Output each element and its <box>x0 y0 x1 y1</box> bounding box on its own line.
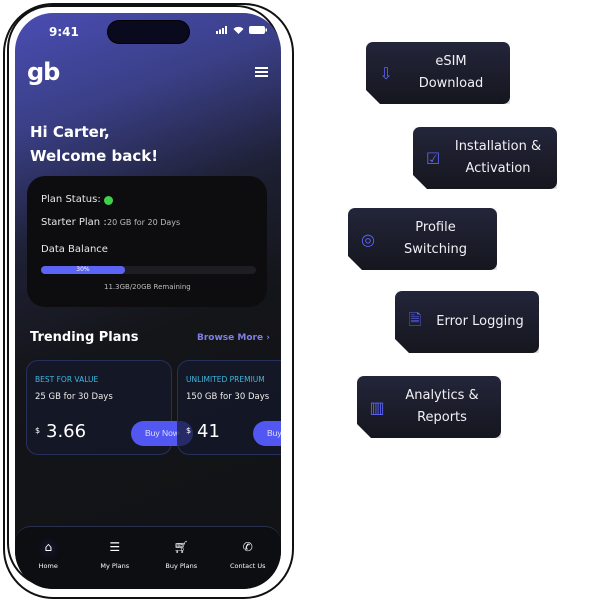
offer-tag: UNLIMITED PREMIUM <box>186 375 265 384</box>
brand-logo[interactable]: gb <box>27 58 60 86</box>
bottom-nav: ⌂ Home ☰ My Plans 🛒︎ Buy Plans ✆ Contact Us <box>15 526 281 589</box>
chevron-right-icon: › <box>266 333 270 343</box>
feature-analytics-reports: ▥ Analytics & Reports <box>357 376 501 438</box>
feature-label: Analytics & Reports <box>405 388 479 425</box>
bar-chart-icon: ▥ <box>369 397 385 417</box>
greeting-welcome: Welcome back! <box>30 147 159 165</box>
feature-profile-switching: ◎ Profile Switching <box>348 208 497 270</box>
feature-error-logging: 🗎︎ Error Logging <box>395 291 539 353</box>
user-circle-icon: ◎ <box>361 229 375 249</box>
nav-label: Buy Plans <box>165 562 198 570</box>
offer-card[interactable]: UNLIMITED PREMIUM 150 GB for 30 Days $ 4… <box>177 360 281 455</box>
offer-card[interactable]: BEST FOR VALUE 25 GB for 30 Days $ 3.66 … <box>26 360 193 455</box>
offer-price: 3.66 <box>46 421 87 442</box>
offer-desc: 150 GB for 30 Days <box>186 392 270 402</box>
nav-label: Home <box>38 562 58 570</box>
home-icon: ⌂ <box>44 540 53 554</box>
phone-icon: ✆ <box>242 540 253 554</box>
feature-label: Profile Switching <box>403 220 468 257</box>
offer-tag: BEST FOR VALUE <box>35 375 99 384</box>
plan-card: Plan Status: Starter Plan : 20 GB for 20… <box>27 176 267 307</box>
battery-icon <box>249 26 267 34</box>
nav-label: My Plans <box>100 562 130 570</box>
wifi-icon <box>233 26 244 34</box>
data-progress-bar: 30% <box>41 266 256 274</box>
browse-more-link[interactable]: Browse More › <box>197 333 270 343</box>
phone-screen: 9:41 gb Hi Carter, Welcome back! Plan St… <box>15 13 281 589</box>
browse-more-label: Browse More <box>197 333 264 343</box>
data-remaining: 11.3GB/20GB Remaining <box>104 283 191 291</box>
plan-status-indicator <box>104 196 113 205</box>
sim-download-icon: ⇩ <box>379 63 393 83</box>
data-progress-fill: 30% <box>41 266 125 274</box>
buy-now-button[interactable]: Buy Now <box>253 421 281 446</box>
offer-desc: 25 GB for 30 Days <box>35 392 113 402</box>
nav-label: Contact Us <box>230 562 266 570</box>
cart-icon: 🛒︎ <box>173 540 189 554</box>
nav-my-plans[interactable]: ☰ My Plans <box>82 527 149 589</box>
nav-contact-us[interactable]: ✆ Contact Us <box>215 527 282 589</box>
offer-price: 41 <box>197 421 220 442</box>
dynamic-island <box>107 20 190 44</box>
feature-installation-activation: ☑ Installation & Activation <box>413 127 557 189</box>
greeting-name: Hi Carter, <box>30 123 110 141</box>
feature-label: Installation & Activation <box>454 139 542 176</box>
greeting: Hi Carter, Welcome back! <box>30 120 158 168</box>
feature-label: Error Logging <box>436 314 524 329</box>
status-time: 9:41 <box>49 25 79 39</box>
nav-buy-plans[interactable]: 🛒︎ Buy Plans <box>148 527 215 589</box>
signal-icon <box>216 26 227 34</box>
checklist-icon: ☰ <box>109 540 121 554</box>
trending-plans-title: Trending Plans <box>30 330 139 345</box>
plan-status-label: Plan Status: <box>41 194 101 205</box>
offer-currency: $ <box>186 426 192 435</box>
file-error-icon: 🗎︎ <box>408 309 422 329</box>
hamburger-menu-icon[interactable] <box>255 67 268 79</box>
status-icons <box>216 26 267 34</box>
offer-currency: $ <box>35 426 41 435</box>
feature-label: eSIM Download <box>418 54 484 91</box>
data-balance-label: Data Balance <box>41 244 108 255</box>
plan-name-label: Starter Plan : <box>41 217 107 228</box>
activation-check-icon: ☑ <box>425 148 441 168</box>
nav-home[interactable]: ⌂ Home <box>15 527 82 589</box>
feature-esim-download: ⇩ eSIM Download <box>366 42 510 104</box>
plan-name-value: 20 GB for 20 Days <box>107 218 181 227</box>
